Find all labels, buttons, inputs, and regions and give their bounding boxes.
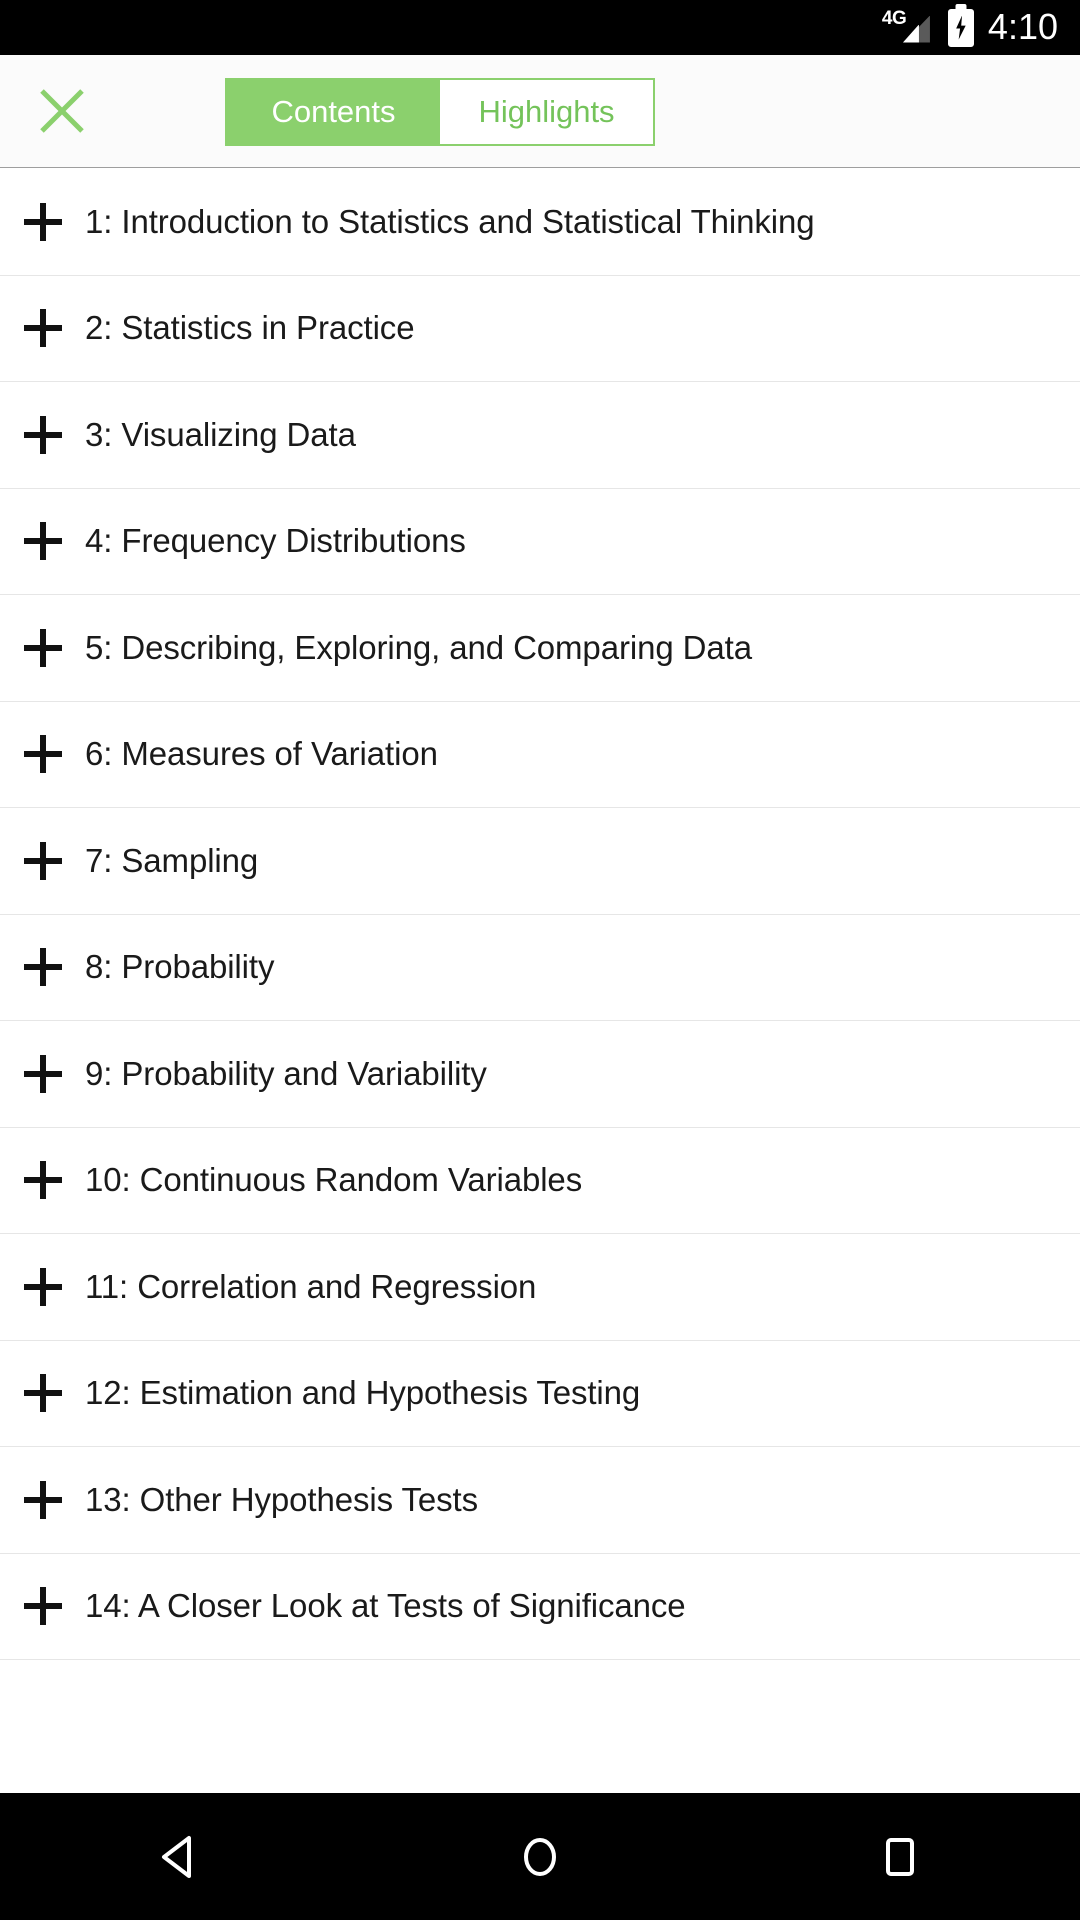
list-item[interactable]: 1: Introduction to Statistics and Statis… xyxy=(0,169,1080,276)
chapter-title: 13: Other Hypothesis Tests xyxy=(85,1480,478,1518)
chapter-title: 9: Probability and Variability xyxy=(85,1054,487,1092)
recents-square-icon[interactable] xyxy=(810,1793,990,1920)
list-item[interactable]: 6: Measures of Variation xyxy=(0,701,1080,808)
chapter-title: 11: Correlation and Regression xyxy=(85,1267,537,1305)
home-circle-icon[interactable] xyxy=(450,1793,630,1920)
chapter-title: 12: Estimation and Hypothesis Testing xyxy=(85,1374,641,1412)
chapter-list: 1: Introduction to Statistics and Statis… xyxy=(0,169,1080,1660)
tab-highlights[interactable]: Highlights xyxy=(440,80,653,144)
status-bar-clock: 4:10 xyxy=(987,5,1058,47)
list-item[interactable]: 4: Frequency Distributions xyxy=(0,488,1080,595)
android-navigation-bar xyxy=(0,1793,1080,1920)
plus-icon[interactable] xyxy=(0,1266,85,1308)
list-item[interactable]: 10: Continuous Random Variables xyxy=(0,1127,1080,1234)
list-item[interactable]: 7: Sampling xyxy=(0,808,1080,915)
list-item[interactable]: 3: Visualizing Data xyxy=(0,382,1080,489)
phone-screen: 4G 4:10 Contents Highlights 1: Introduct… xyxy=(0,0,1080,1920)
plus-icon[interactable] xyxy=(0,1372,85,1414)
network-type-label: 4G xyxy=(881,7,907,29)
plus-icon[interactable] xyxy=(0,946,85,988)
plus-icon[interactable] xyxy=(0,307,85,349)
list-item[interactable]: 11: Correlation and Regression xyxy=(0,1234,1080,1341)
plus-icon[interactable] xyxy=(0,520,85,562)
plus-icon[interactable] xyxy=(0,840,85,882)
battery-charging-icon xyxy=(947,8,974,47)
list-item[interactable]: 2: Statistics in Practice xyxy=(0,275,1080,382)
chapter-title: 8: Probability xyxy=(85,948,275,986)
chapter-title: 5: Describing, Exploring, and Comparing … xyxy=(85,628,752,666)
list-item[interactable]: 8: Probability xyxy=(0,914,1080,1021)
chapter-title: 2: Statistics in Practice xyxy=(85,309,415,347)
plus-icon[interactable] xyxy=(0,1159,85,1201)
list-item[interactable]: 13: Other Hypothesis Tests xyxy=(0,1447,1080,1554)
close-x-icon[interactable] xyxy=(34,83,90,139)
status-bar-icons: 4G 4:10 xyxy=(882,8,1058,48)
chapter-title: 14: A Closer Look at Tests of Significan… xyxy=(85,1587,686,1625)
signal-bars-icon: 4G xyxy=(882,8,934,48)
chapter-title: 10: Continuous Random Variables xyxy=(85,1161,583,1199)
list-item[interactable]: 14: A Closer Look at Tests of Significan… xyxy=(0,1553,1080,1660)
plus-icon[interactable] xyxy=(0,1585,85,1627)
charging-bolt-icon xyxy=(956,15,966,40)
plus-icon[interactable] xyxy=(0,414,85,456)
chapter-title: 1: Introduction to Statistics and Statis… xyxy=(85,202,815,240)
chapter-title: 4: Frequency Distributions xyxy=(85,522,466,560)
list-item[interactable]: 5: Describing, Exploring, and Comparing … xyxy=(0,595,1080,702)
header-bar: Contents Highlights xyxy=(0,55,1080,168)
plus-icon[interactable] xyxy=(0,733,85,775)
list-item[interactable]: 12: Estimation and Hypothesis Testing xyxy=(0,1340,1080,1447)
chapter-title: 3: Visualizing Data xyxy=(85,415,356,453)
chapter-title: 7: Sampling xyxy=(85,841,259,879)
plus-icon[interactable] xyxy=(0,201,85,243)
view-mode-segmented-control: Contents Highlights xyxy=(225,78,655,146)
back-triangle-icon[interactable] xyxy=(90,1793,270,1920)
chapter-title: 6: Measures of Variation xyxy=(85,735,438,773)
tab-contents[interactable]: Contents xyxy=(227,80,440,144)
list-item[interactable]: 9: Probability and Variability xyxy=(0,1021,1080,1128)
status-bar: 4G 4:10 xyxy=(0,0,1080,55)
plus-icon[interactable] xyxy=(0,1479,85,1521)
plus-icon[interactable] xyxy=(0,1053,85,1095)
plus-icon[interactable] xyxy=(0,627,85,669)
